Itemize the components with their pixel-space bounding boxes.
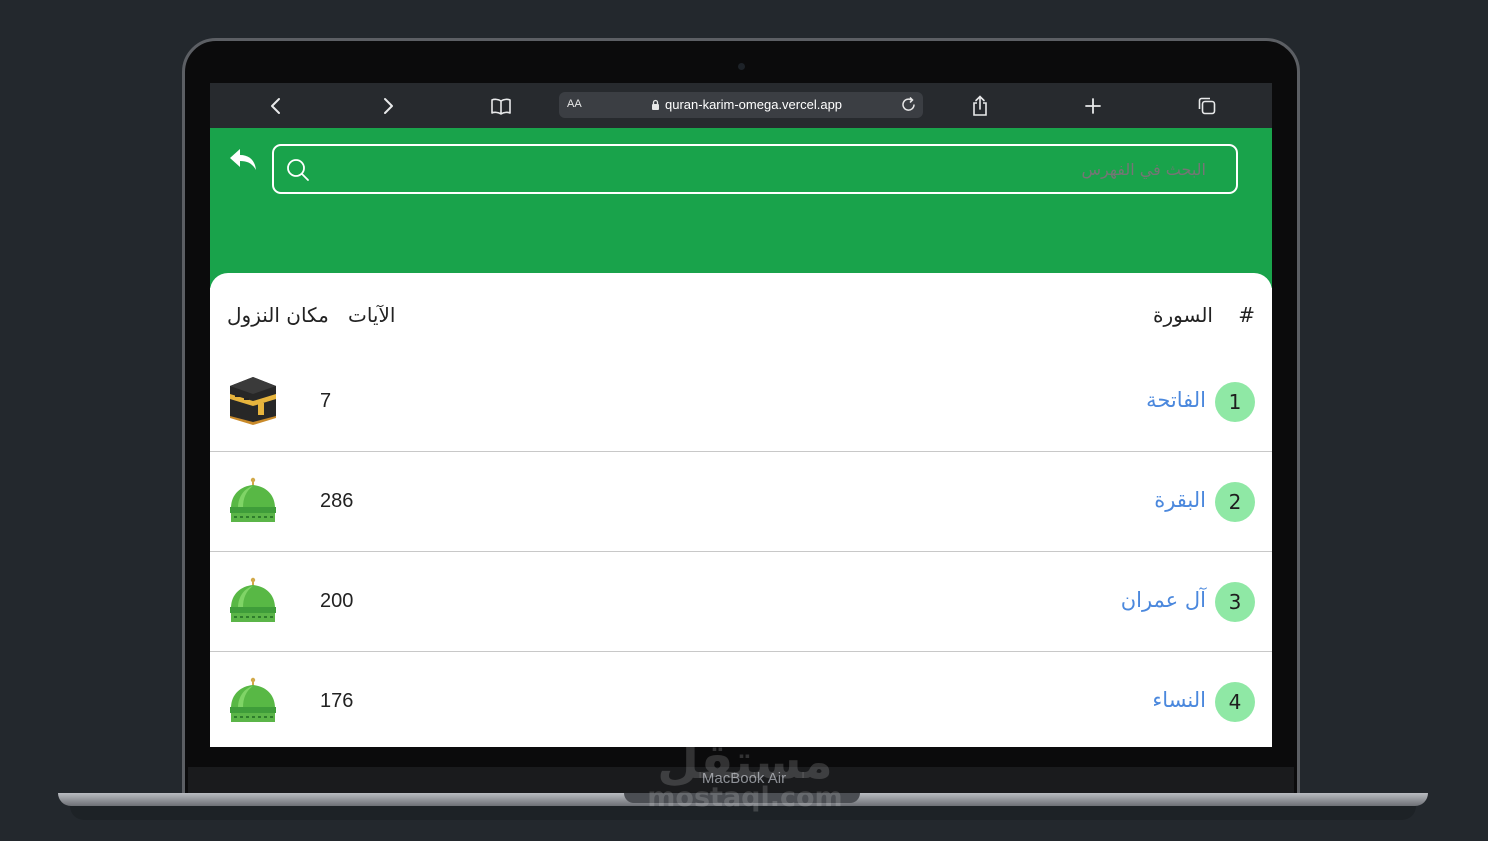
- new-tab-plus-icon[interactable]: [1082, 95, 1104, 117]
- model-label: MacBook Air: [701, 770, 787, 787]
- green-dome-icon: [230, 677, 276, 722]
- header-surah: السورة: [1153, 303, 1213, 327]
- search-box[interactable]: [272, 144, 1238, 194]
- surah-number-badge: 1: [1215, 382, 1255, 422]
- forward-arrow-icon[interactable]: [377, 95, 399, 117]
- surah-link-al-imran[interactable]: آل عمران: [1121, 588, 1206, 612]
- ayat-count: 7: [320, 390, 332, 412]
- surah-number-badge: 3: [1215, 582, 1255, 622]
- url-text: quran-karim-omega.vercel.app: [665, 97, 843, 112]
- search-input[interactable]: [322, 146, 1222, 192]
- green-header: [210, 128, 1272, 288]
- lock-icon: [652, 99, 659, 110]
- header-ayat: الآيات: [348, 303, 396, 327]
- browser-screen: AA quran-karim-omega.vercel.app # السورة: [210, 83, 1272, 747]
- surah-link-al-fatiha[interactable]: الفاتحة: [1146, 388, 1206, 412]
- surah-number-badge: 2: [1215, 482, 1255, 522]
- green-dome-icon: [230, 577, 276, 622]
- surah-number-badge: 4: [1215, 682, 1255, 722]
- bookmarks-book-icon[interactable]: [490, 95, 512, 117]
- surah-link-an-nisa[interactable]: النساء: [1152, 688, 1206, 712]
- table-row[interactable]: 4 النساء 176: [210, 652, 1272, 747]
- reader-aa-button[interactable]: AA: [567, 98, 582, 110]
- laptop-base-shadow: [70, 806, 1416, 820]
- green-dome-icon: [230, 477, 276, 522]
- ayat-count: 286: [320, 490, 354, 512]
- surah-index-card: # السورة الآيات مكان النزول 1 الفاتحة 7 …: [210, 273, 1272, 747]
- tabs-overview-icon[interactable]: [1196, 95, 1218, 117]
- ayat-count: 176: [320, 690, 354, 712]
- address-bar[interactable]: AA quran-karim-omega.vercel.app: [559, 92, 923, 118]
- share-icon[interactable]: [969, 95, 991, 117]
- surah-link-al-baqara[interactable]: البقرة: [1154, 488, 1206, 512]
- search-icon: [287, 159, 309, 181]
- reload-icon[interactable]: [900, 96, 917, 113]
- table-row[interactable]: 1 الفاتحة 7: [210, 352, 1272, 452]
- header-place: مكان النزول: [227, 303, 329, 327]
- table-row[interactable]: 3 آل عمران 200: [210, 552, 1272, 652]
- reply-back-icon[interactable]: [228, 146, 260, 176]
- kaaba-icon: [230, 377, 276, 425]
- header-number: #: [1238, 303, 1255, 327]
- back-arrow-icon[interactable]: [265, 95, 287, 117]
- ayat-count: 200: [320, 590, 354, 612]
- browser-toolbar: AA quran-karim-omega.vercel.app: [210, 83, 1272, 128]
- table-row[interactable]: 2 البقرة 286: [210, 452, 1272, 552]
- laptop-base-notch: [624, 793, 860, 803]
- camera-icon: [738, 63, 745, 70]
